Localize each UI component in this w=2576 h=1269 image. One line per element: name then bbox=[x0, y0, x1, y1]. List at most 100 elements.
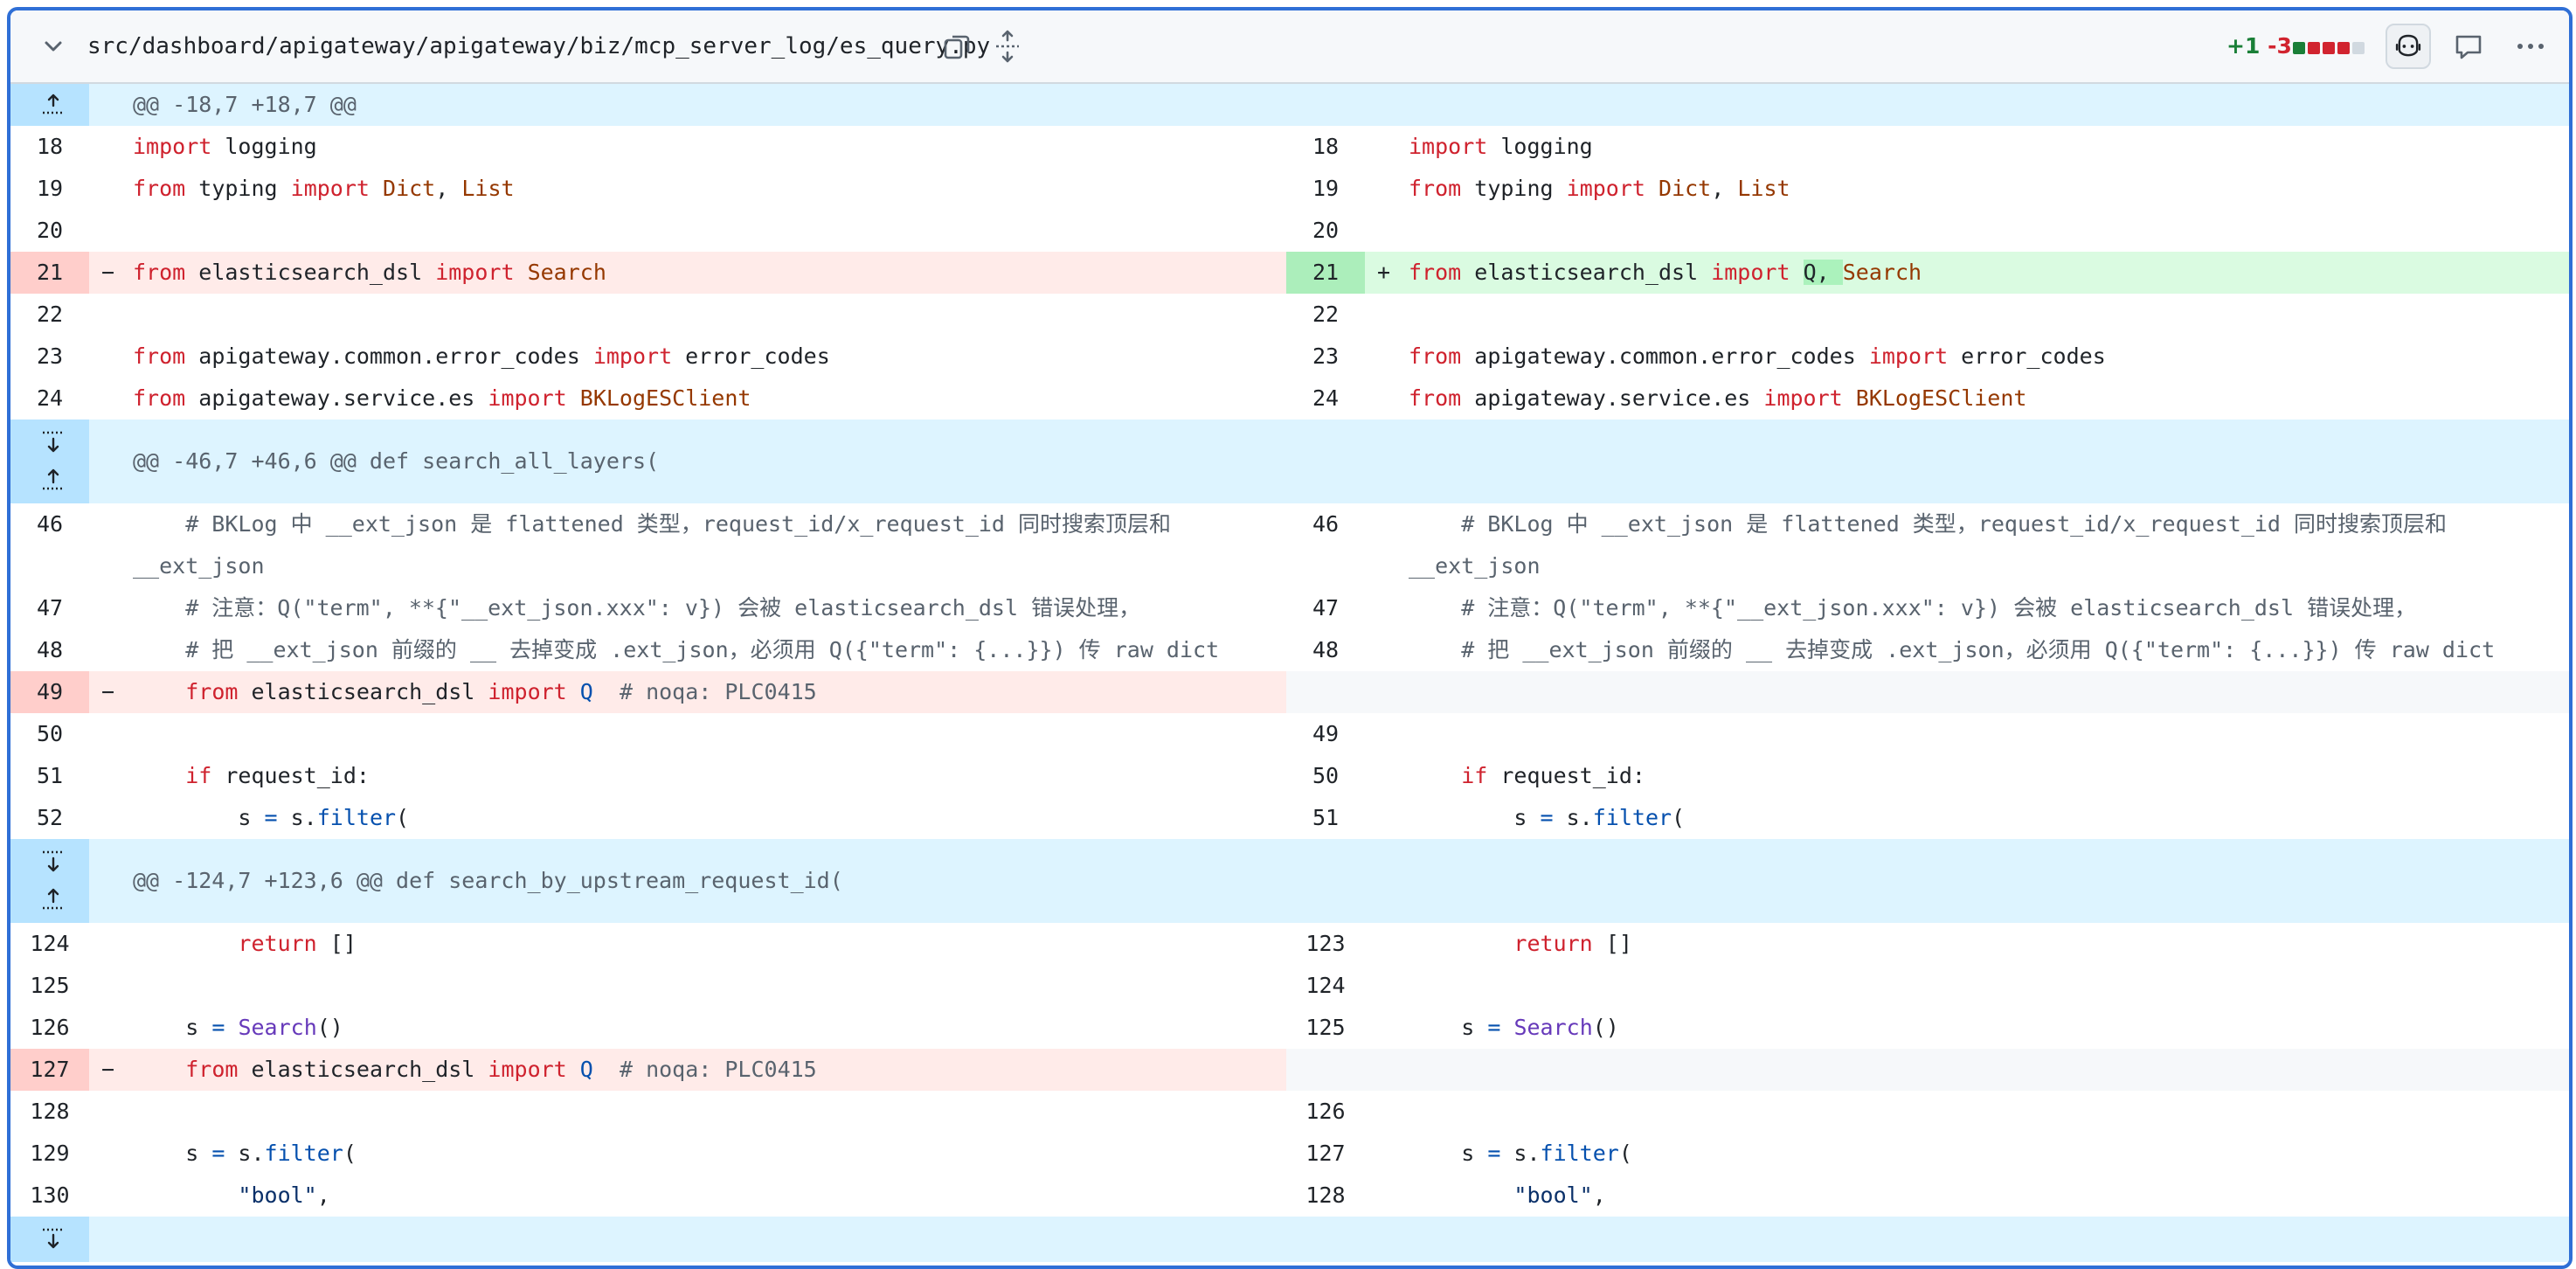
line-number-right[interactable]: 126 bbox=[1286, 1091, 1365, 1133]
expand-up-icon[interactable] bbox=[40, 92, 66, 118]
comment-text: # BKLog 中 __ext_json 是 flattened 类型，requ… bbox=[1409, 511, 2448, 537]
line-number-left[interactable]: 125 bbox=[10, 965, 89, 1007]
line-number-left[interactable]: 18 bbox=[10, 126, 89, 168]
file-header: src/dashboard/apigateway/apigateway/biz/… bbox=[10, 10, 2569, 84]
copilot-icon bbox=[2395, 34, 2421, 57]
diff-row: 47 # 注意：Q("term", **{"__ext_json.xxx": v… bbox=[10, 587, 2569, 629]
kebab-icon[interactable] bbox=[2515, 31, 2546, 61]
diff-file-panel: src/dashboard/apigateway/apigateway/biz/… bbox=[7, 7, 2573, 1269]
code-left: from typing import Dict, List bbox=[133, 176, 515, 201]
line-number-left[interactable]: 128 bbox=[10, 1091, 89, 1133]
expand-down-icon[interactable] bbox=[40, 1225, 66, 1252]
diffstat-block-add bbox=[2293, 42, 2305, 54]
diff-row: 46 # BKLog 中 __ext_json 是 flattened 类型，r… bbox=[10, 503, 2569, 587]
line-number-left[interactable]: 22 bbox=[10, 294, 89, 336]
line-number-right[interactable]: 22 bbox=[1286, 294, 1365, 336]
line-number-right[interactable]: 46 bbox=[1286, 503, 1365, 545]
line-number-right[interactable]: 128 bbox=[1286, 1175, 1365, 1217]
line-number-left[interactable]: 24 bbox=[10, 378, 89, 420]
chevron-down-icon[interactable] bbox=[40, 33, 66, 59]
diffstat-block-del bbox=[2308, 42, 2320, 54]
code-left: # 把 __ext_json 前缀的 __ 去掉变成 .ext_json，必须用… bbox=[133, 637, 1220, 662]
hunk-header: @@ -18,7 +18,7 @@ bbox=[10, 84, 2569, 126]
line-number-left[interactable]: 48 bbox=[10, 629, 89, 671]
line-number-right[interactable]: 123 bbox=[1286, 923, 1365, 965]
diff-row: 50 49 bbox=[10, 713, 2569, 755]
code-left: from apigateway.common.error_codes impor… bbox=[133, 343, 830, 369]
diff-row-deleted: 127 − from elasticsearch_dsl import Q # … bbox=[10, 1049, 2569, 1091]
hunk-header-text: @@ -124,7 +123,6 @@ def search_by_upstre… bbox=[133, 868, 843, 893]
line-number-left[interactable]: 130 bbox=[10, 1175, 89, 1217]
code-left: s = s.filter( bbox=[133, 1141, 357, 1166]
line-number-left[interactable]: 47 bbox=[10, 587, 89, 629]
code-right: # 把 __ext_json 前缀的 __ 去掉变成 .ext_json，必须用… bbox=[1409, 637, 2496, 662]
code-right: # BKLog 中 __ext_json 是 flattened 类型，requ… bbox=[1409, 503, 2447, 587]
line-number-right[interactable]: 23 bbox=[1286, 336, 1365, 378]
line-number-right[interactable]: 47 bbox=[1286, 587, 1365, 629]
line-number-left[interactable]: 21 bbox=[10, 252, 89, 294]
line-number-right[interactable]: 24 bbox=[1286, 378, 1365, 420]
code-right: from typing import Dict, List bbox=[1409, 176, 1790, 201]
code-right: return [] bbox=[1513, 931, 1632, 956]
line-number-right[interactable]: 18 bbox=[1286, 126, 1365, 168]
line-number-right[interactable]: 125 bbox=[1286, 1007, 1365, 1049]
diff-row: 23 from apigateway.common.error_codes im… bbox=[10, 336, 2569, 378]
diff-row-changed: 21 − from elasticsearch_dsl import Searc… bbox=[10, 252, 2569, 294]
line-number-left[interactable]: 20 bbox=[10, 210, 89, 252]
line-number-right[interactable]: 49 bbox=[1286, 713, 1365, 755]
diff-row: 22 22 bbox=[10, 294, 2569, 336]
code-left: # 注意：Q("term", **{"__ext_json.xxx": v}) … bbox=[133, 595, 1141, 621]
code-left: "bool", bbox=[238, 1182, 330, 1208]
copilot-button[interactable] bbox=[2386, 24, 2431, 69]
expand-up-icon[interactable] bbox=[40, 467, 66, 493]
diff-row: 24 from apigateway.service.es import BKL… bbox=[10, 378, 2569, 420]
line-number-left[interactable]: 51 bbox=[10, 755, 89, 797]
line-number-right[interactable]: 21 bbox=[1286, 252, 1365, 294]
code-right: from apigateway.common.error_codes impor… bbox=[1409, 343, 2106, 369]
diff-row: 130 "bool", 128 "bool", bbox=[10, 1175, 2569, 1217]
line-number-left[interactable]: 46 bbox=[10, 503, 89, 545]
copy-icon[interactable] bbox=[942, 31, 972, 61]
file-path[interactable]: src/dashboard/apigateway/apigateway/biz/… bbox=[87, 10, 990, 82]
line-number-right[interactable]: 48 bbox=[1286, 629, 1365, 671]
diffstat-block-del bbox=[2323, 42, 2335, 54]
line-number-left[interactable]: 50 bbox=[10, 713, 89, 755]
expand-up-icon[interactable] bbox=[40, 886, 66, 912]
diff-row: 52 s = s.filter( 51 s = s.filter( bbox=[10, 797, 2569, 839]
line-number-right[interactable]: 50 bbox=[1286, 755, 1365, 797]
expand-all-icon[interactable] bbox=[993, 30, 1022, 63]
deletion-marker: − bbox=[101, 679, 115, 704]
code-left: s = Search() bbox=[133, 1015, 343, 1040]
line-number-left[interactable]: 19 bbox=[10, 168, 89, 210]
code-left: s = s.filter( bbox=[133, 805, 410, 830]
deletion-marker: − bbox=[101, 1057, 115, 1082]
code-left: import logging bbox=[133, 134, 317, 159]
hunk-header: @@ -46,7 +46,6 @@ def search_all_layers( bbox=[10, 420, 2569, 503]
additions-count: +1 bbox=[2226, 33, 2261, 59]
comment-icon[interactable] bbox=[2454, 31, 2483, 61]
line-number-right[interactable]: 19 bbox=[1286, 168, 1365, 210]
code-right: # 注意：Q("term", **{"__ext_json.xxx": v}) … bbox=[1409, 595, 2417, 621]
line-number-left[interactable]: 124 bbox=[10, 923, 89, 965]
code-right-added: from elasticsearch_dsl import Q, Search bbox=[1409, 260, 1922, 285]
line-number-left[interactable]: 127 bbox=[10, 1049, 89, 1091]
line-number-right[interactable]: 20 bbox=[1286, 210, 1365, 252]
line-number-left[interactable]: 49 bbox=[10, 671, 89, 713]
line-number-right[interactable]: 124 bbox=[1286, 965, 1365, 1007]
line-number-left[interactable]: 23 bbox=[10, 336, 89, 378]
line-number-right[interactable]: 51 bbox=[1286, 797, 1365, 839]
expand-down-icon[interactable] bbox=[40, 428, 66, 454]
code-left: from apigateway.service.es import BKLogE… bbox=[133, 385, 751, 411]
diff-row-deleted: 49 − from elasticsearch_dsl import Q # n… bbox=[10, 671, 2569, 713]
addition-marker: + bbox=[1377, 260, 1391, 285]
code-right: import logging bbox=[1409, 134, 1593, 159]
code-left-deleted: from elasticsearch_dsl import Search bbox=[133, 260, 606, 285]
diff-row: 125 124 bbox=[10, 965, 2569, 1007]
line-number-right[interactable]: 127 bbox=[1286, 1133, 1365, 1175]
line-number-left[interactable]: 52 bbox=[10, 797, 89, 839]
diffstat-block-neutral bbox=[2352, 42, 2365, 54]
expand-down-icon[interactable] bbox=[40, 848, 66, 874]
line-number-left[interactable]: 126 bbox=[10, 1007, 89, 1049]
code-right: s = s.filter( bbox=[1409, 1141, 1632, 1166]
line-number-left[interactable]: 129 bbox=[10, 1133, 89, 1175]
